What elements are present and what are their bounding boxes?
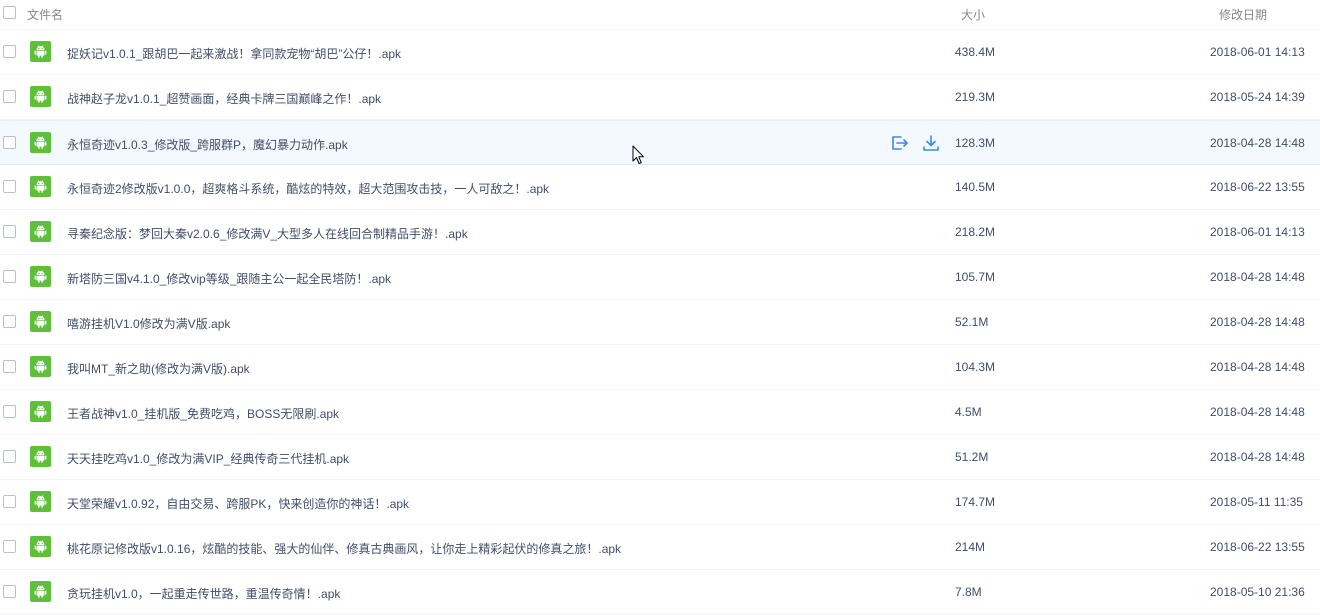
file-name[interactable]: 战神赵子龙v1.0.1_超赞画面，经典卡牌三国巅峰之作！.apk — [67, 90, 381, 107]
column-header-name[interactable]: 文件名 — [27, 6, 63, 23]
file-row[interactable]: 永恒奇迹v1.0.3_修改版_跨服群P，魔幻暴力动作.apk 128.3M 2018… — [0, 120, 1320, 165]
file-date: 2018-04-28 14:48 — [1210, 450, 1305, 464]
file-row[interactable]: 捉妖记v1.0.1_跟胡巴一起来激战！拿同款宠物“胡巴”公仔！.apk 438.4… — [0, 30, 1320, 75]
file-date: 2018-04-28 14:48 — [1210, 360, 1305, 374]
file-date: 2018-04-28 14:48 — [1210, 405, 1305, 419]
row-checkbox[interactable] — [3, 180, 16, 193]
android-icon — [30, 132, 51, 153]
row-checkbox[interactable] — [3, 225, 16, 238]
file-row[interactable]: 嘻游挂机V1.0修改为满V版.apk 52.1M 2018-04-28 14:48 — [0, 300, 1320, 345]
file-date: 2018-04-28 14:48 — [1210, 270, 1305, 284]
file-row[interactable]: 永恒奇迹2修改版v1.0.0，超爽格斗系统，酷炫的特效，超大范围攻击技，一人可敌… — [0, 165, 1320, 210]
file-row[interactable]: 天天挂吃鸡v1.0_修改为满VIP_经典传奇三代挂机.apk 51.2M 2018-… — [0, 435, 1320, 480]
file-date: 2018-06-22 13:55 — [1210, 540, 1305, 554]
row-checkbox[interactable] — [3, 540, 16, 553]
android-icon — [30, 311, 51, 332]
file-name[interactable]: 我叫MT_新之助(修改为满V版).apk — [67, 360, 250, 377]
android-icon — [30, 41, 51, 62]
file-name[interactable]: 天天挂吃鸡v1.0_修改为满VIP_经典传奇三代挂机.apk — [67, 450, 349, 467]
row-checkbox[interactable] — [3, 90, 16, 103]
file-name[interactable]: 嘻游挂机V1.0修改为满V版.apk — [67, 315, 230, 332]
file-row[interactable]: 天堂荣耀v1.0.92，自由交易、跨服PK，快来创造你的神话！.apk 174.7… — [0, 480, 1320, 525]
file-name[interactable]: 天堂荣耀v1.0.92，自由交易、跨服PK，快来创造你的神话！.apk — [67, 495, 409, 512]
android-icon — [30, 446, 51, 467]
file-name[interactable]: 永恒奇迹2修改版v1.0.0，超爽格斗系统，酷炫的特效，超大范围攻击技，一人可敌… — [67, 180, 549, 197]
file-row[interactable]: 王者战神v1.0_挂机版_免费吃鸡，BOSS无限刷.apk 4.5M 2018-04… — [0, 390, 1320, 435]
row-checkbox[interactable] — [3, 405, 16, 418]
android-icon — [30, 266, 51, 287]
file-row[interactable]: 桃花原记修改版v1.0.16，炫酷的技能、强大的仙伴、修真古典画风，让你走上精彩… — [0, 525, 1320, 570]
row-checkbox[interactable] — [3, 136, 16, 149]
android-icon — [30, 401, 51, 422]
file-date: 2018-05-10 21:36 — [1210, 585, 1305, 599]
file-name[interactable]: 寻秦纪念版：梦回大秦v2.0.6_修改满V_大型多人在线回合制精品手游！.apk — [67, 225, 468, 242]
mouse-cursor-icon — [632, 145, 644, 164]
share-icon[interactable] — [889, 133, 909, 153]
file-size: 52.1M — [955, 315, 989, 329]
android-icon — [30, 491, 51, 512]
file-size: 218.2M — [955, 225, 996, 239]
column-header-size[interactable]: 大小 — [961, 6, 985, 23]
file-size: 105.7M — [955, 270, 996, 284]
file-size: 438.4M — [955, 45, 996, 59]
file-size: 51.2M — [955, 450, 989, 464]
column-header-date[interactable]: 修改日期 — [1219, 6, 1267, 23]
row-checkbox[interactable] — [3, 450, 16, 463]
select-all-checkbox[interactable] — [3, 6, 16, 19]
file-list-header: 文件名 大小 修改日期 — [0, 0, 1320, 30]
file-size: 219.3M — [955, 90, 996, 104]
file-date: 2018-05-11 11:35 — [1210, 495, 1303, 509]
row-checkbox[interactable] — [3, 585, 16, 598]
file-row[interactable]: 战神赵子龙v1.0.1_超赞画面，经典卡牌三国巅峰之作！.apk 219.3M 20… — [0, 75, 1320, 120]
file-row[interactable]: 我叫MT_新之助(修改为满V版).apk 104.3M 2018-04-28 14:… — [0, 345, 1320, 390]
file-date: 2018-06-01 14:13 — [1210, 45, 1305, 59]
android-icon — [30, 86, 51, 107]
file-row[interactable]: 寻秦纪念版：梦回大秦v2.0.6_修改满V_大型多人在线回合制精品手游！.apk… — [0, 210, 1320, 255]
file-name[interactable]: 永恒奇迹v1.0.3_修改版_跨服群P，魔幻暴力动作.apk — [67, 136, 348, 153]
file-size: 174.7M — [955, 495, 996, 509]
row-checkbox[interactable] — [3, 360, 16, 373]
android-icon — [30, 176, 51, 197]
file-name[interactable]: 贪玩挂机v1.0，一起重走传世路，重温传奇情！.apk — [67, 585, 340, 602]
android-icon — [30, 581, 51, 602]
file-date: 2018-06-01 14:13 — [1210, 225, 1305, 239]
file-size: 4.5M — [955, 405, 982, 419]
download-icon[interactable] — [921, 133, 941, 153]
file-size: 128.3M — [955, 136, 996, 150]
row-checkbox[interactable] — [3, 45, 16, 58]
file-size: 104.3M — [955, 360, 996, 374]
row-checkbox[interactable] — [3, 270, 16, 283]
android-icon — [30, 536, 51, 557]
file-date: 2018-04-28 14:48 — [1210, 136, 1305, 150]
file-name[interactable]: 桃花原记修改版v1.0.16，炫酷的技能、强大的仙伴、修真古典画风，让你走上精彩… — [67, 540, 621, 557]
file-name[interactable]: 王者战神v1.0_挂机版_免费吃鸡，BOSS无限刷.apk — [67, 405, 339, 422]
file-name[interactable]: 捉妖记v1.0.1_跟胡巴一起来激战！拿同款宠物“胡巴”公仔！.apk — [67, 45, 401, 62]
file-date: 2018-04-28 14:48 — [1210, 315, 1305, 329]
file-size: 7.8M — [955, 585, 982, 599]
android-icon — [30, 221, 51, 242]
file-date: 2018-06-22 13:55 — [1210, 180, 1305, 194]
file-size: 214M — [955, 540, 986, 554]
file-size: 140.5M — [955, 180, 996, 194]
file-row[interactable]: 贪玩挂机v1.0，一起重走传世路，重温传奇情！.apk 7.8M 2018-05-1… — [0, 570, 1320, 615]
file-list: 捉妖记v1.0.1_跟胡巴一起来激战！拿同款宠物“胡巴”公仔！.apk 438.4… — [0, 30, 1320, 615]
file-date: 2018-05-24 14:39 — [1210, 90, 1305, 104]
row-checkbox[interactable] — [3, 495, 16, 508]
android-icon — [30, 356, 51, 377]
row-checkbox[interactable] — [3, 315, 16, 328]
file-row[interactable]: 新塔防三国v4.1.0_修改vip等级_跟随主公一起全民塔防！.apk 105.7… — [0, 255, 1320, 300]
file-name[interactable]: 新塔防三国v4.1.0_修改vip等级_跟随主公一起全民塔防！.apk — [67, 270, 391, 287]
